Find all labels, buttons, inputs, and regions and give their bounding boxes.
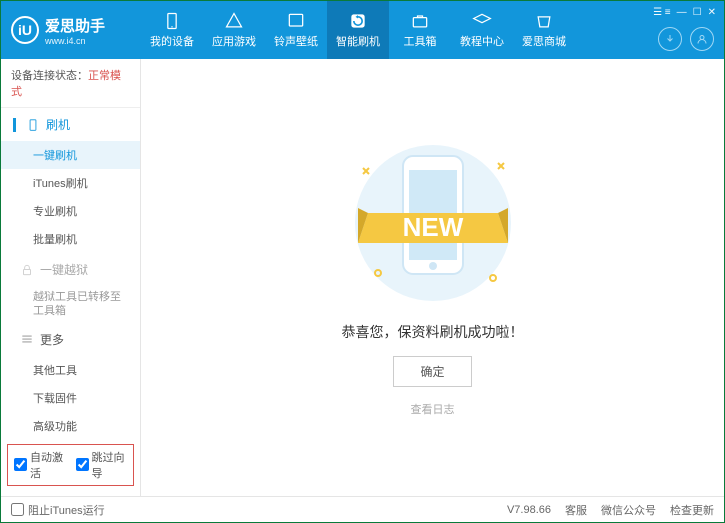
app-url: www.i4.cn [45, 36, 105, 46]
main-content: NEW 恭喜您，保资料刷机成功啦！ 确定 查看日志 [141, 59, 724, 496]
logo-area: iU 爱思助手 www.i4.cn [1, 15, 141, 46]
nav-ringtones[interactable]: 铃声壁纸 [265, 1, 327, 59]
store-icon [534, 11, 554, 31]
sidebar-head-more[interactable]: 更多 [1, 323, 140, 356]
wechat-link[interactable]: 微信公众号 [601, 502, 656, 518]
close-icon[interactable]: ✕ [708, 7, 716, 18]
nav-label: 我的设备 [150, 33, 194, 49]
phone-icon [162, 11, 182, 31]
download-button[interactable] [658, 27, 682, 51]
wallpaper-icon [286, 11, 306, 31]
nav-label: 智能刷机 [336, 33, 380, 49]
device-status: 设备连接状态：正常模式 [1, 59, 140, 108]
sidebar-item-batch-flash[interactable]: 批量刷机 [1, 225, 140, 253]
phone-icon [26, 118, 40, 132]
options-box: 自动激活 跳过向导 [7, 444, 134, 486]
auto-activate-checkbox[interactable]: 自动激活 [14, 449, 66, 481]
section-label: 更多 [40, 331, 64, 348]
sidebar-item-one-click-flash[interactable]: 一键刷机 [1, 141, 140, 169]
apps-icon [224, 11, 244, 31]
nav-label: 爱思商城 [522, 33, 566, 49]
footer: 阻止iTunes运行 V7.98.66 客服 微信公众号 检查更新 [1, 496, 724, 522]
nav-apps-games[interactable]: 应用游戏 [203, 1, 265, 59]
success-message: 恭喜您，保资料刷机成功啦！ [342, 322, 524, 342]
app-name: 爱思助手 [45, 15, 105, 36]
sidebar-head-flash[interactable]: 刷机 [1, 108, 140, 141]
graduation-icon [472, 11, 492, 31]
nav-toolbox[interactable]: 工具箱 [389, 1, 451, 59]
status-label: 设备连接状态： [11, 70, 88, 82]
section-label: 一键越狱 [40, 261, 88, 278]
menu-icon [20, 332, 34, 346]
main-nav: 我的设备 应用游戏 铃声壁纸 智能刷机 工具箱 教程中心 [141, 1, 575, 59]
sidebar-head-jailbreak[interactable]: 一键越狱 [1, 253, 140, 286]
skip-guide-checkbox[interactable]: 跳过向导 [76, 449, 128, 481]
nav-label: 应用游戏 [212, 33, 256, 49]
nav-tutorials[interactable]: 教程中心 [451, 1, 513, 59]
menu-icon[interactable]: ☰ ≡ [653, 7, 671, 18]
jailbreak-note: 越狱工具已转移至 工具箱 [1, 286, 140, 323]
ribbon-text: NEW [402, 212, 463, 242]
nav-my-device[interactable]: 我的设备 [141, 1, 203, 59]
success-illustration: NEW [333, 138, 533, 308]
customer-service-link[interactable]: 客服 [565, 502, 587, 518]
sidebar-item-advanced[interactable]: 高级功能 [1, 412, 140, 440]
sidebar-item-download-firmware[interactable]: 下载固件 [1, 384, 140, 412]
block-itunes-checkbox[interactable]: 阻止iTunes运行 [11, 502, 105, 518]
view-log-link[interactable]: 查看日志 [411, 401, 455, 417]
maximize-icon[interactable]: ☐ [693, 7, 702, 18]
sidebar: 设备连接状态：正常模式 刷机 一键刷机 iTunes刷机 专业刷机 批量刷机 一… [1, 59, 141, 496]
nav-store[interactable]: 爱思商城 [513, 1, 575, 59]
sidebar-item-other-tools[interactable]: 其他工具 [1, 356, 140, 384]
version-label: V7.98.66 [507, 504, 551, 516]
app-logo-icon: iU [11, 16, 39, 44]
nav-label: 工具箱 [404, 33, 437, 49]
minimize-icon[interactable]: — [677, 7, 687, 18]
nav-smart-flash[interactable]: 智能刷机 [327, 1, 389, 59]
account-button[interactable] [690, 27, 714, 51]
lock-icon [20, 263, 34, 277]
section-label: 刷机 [46, 116, 70, 133]
nav-label: 教程中心 [460, 33, 504, 49]
window-controls: ☰ ≡ — ☐ ✕ [653, 7, 716, 18]
check-update-link[interactable]: 检查更新 [670, 502, 714, 518]
ok-button[interactable]: 确定 [393, 356, 471, 387]
sidebar-item-itunes-flash[interactable]: iTunes刷机 [1, 169, 140, 197]
app-header: iU 爱思助手 www.i4.cn 我的设备 应用游戏 铃声壁纸 智能刷机 [1, 1, 724, 59]
sidebar-item-pro-flash[interactable]: 专业刷机 [1, 197, 140, 225]
nav-label: 铃声壁纸 [274, 33, 318, 49]
toolbox-icon [410, 11, 430, 31]
refresh-icon [348, 11, 368, 31]
